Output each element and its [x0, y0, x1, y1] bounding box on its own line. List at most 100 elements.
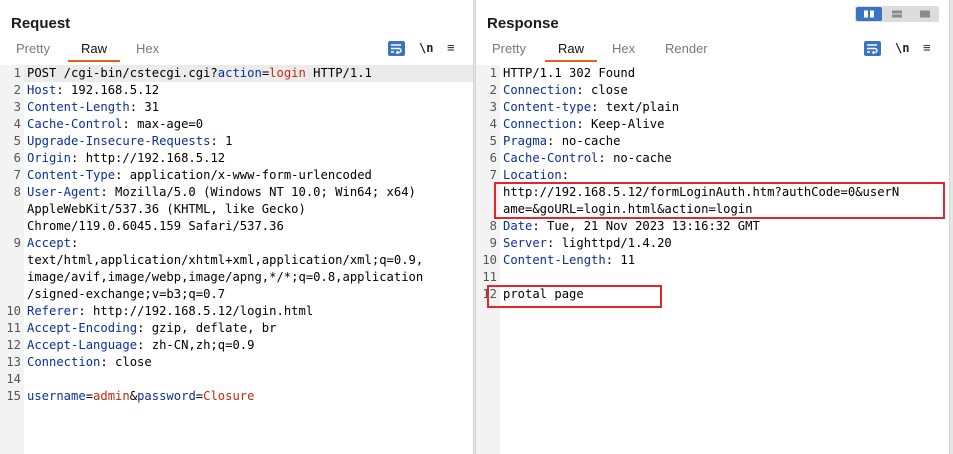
split-vertical-icon[interactable]	[884, 7, 910, 21]
line-text: Origin: http://192.168.5.12	[27, 151, 226, 165]
line-number: 3	[489, 100, 497, 114]
code-line: 2 Host: 192.168.5.12	[0, 82, 473, 99]
code-line: 3 Content-Length: 31	[0, 99, 473, 116]
code-line: 15 username=admin&password=Closure	[0, 388, 473, 405]
line-text: Content-type: text/plain	[503, 100, 680, 114]
response-editor[interactable]: 1 HTTP/1.1 302 Found 2 Connection: close 3 Co…	[476, 65, 953, 454]
line-text	[500, 269, 953, 286]
line-text: Host: 192.168.5.12	[27, 83, 160, 97]
wrap-lines-icon[interactable]	[388, 41, 405, 56]
line-number: 7	[13, 168, 21, 182]
line-text: Content-Length: 11	[503, 253, 636, 267]
code-line: image/avif,image/webp,image/apng,*/*;q=0…	[0, 269, 473, 286]
line-number: 10	[6, 304, 21, 318]
hamburger-menu-icon[interactable]: ≡	[447, 40, 455, 56]
line-number: 2	[13, 83, 21, 97]
code-line: 2 Connection: close	[476, 82, 953, 99]
request-tab-hex[interactable]: Hex	[136, 38, 159, 62]
line-text: Connection: close	[27, 355, 152, 369]
code-line: 3 Content-type: text/plain	[476, 99, 953, 116]
show-newlines-button[interactable]: \n	[419, 40, 433, 56]
code-line: 6 Origin: http://192.168.5.12	[0, 150, 473, 167]
wrap-lines-icon[interactable]	[864, 41, 881, 56]
hamburger-menu-icon[interactable]: ≡	[923, 40, 931, 56]
line-number: 1	[489, 66, 497, 80]
code-line: 9 Server: lighttpd/1.4.20	[476, 235, 953, 252]
code-line: 5 Pragma: no-cache	[476, 133, 953, 150]
line-number: 6	[489, 151, 497, 165]
line-number: 9	[13, 236, 21, 250]
response-tab-hex[interactable]: Hex	[612, 38, 635, 62]
code-line: 1 HTTP/1.1 302 Found	[476, 65, 953, 82]
line-number	[0, 218, 24, 235]
line-text: Pragma: no-cache	[503, 134, 621, 148]
line-text: Connection: close	[503, 83, 628, 97]
line-number: 2	[489, 83, 497, 97]
line-text: Location:	[503, 168, 570, 182]
line-text: Server: lighttpd/1.4.20	[503, 236, 672, 250]
line-number: 8	[13, 185, 21, 199]
line-number: 5	[13, 134, 21, 148]
code-line: 10 Referer: http://192.168.5.12/login.htm…	[0, 303, 473, 320]
line-text: /signed-exchange;v=b3;q=0.7	[27, 287, 226, 301]
code-line: 11 Accept-Encoding: gzip, deflate, br	[0, 320, 473, 337]
line-number: 13	[6, 355, 21, 369]
line-text: ame=&goURL=login.html&action=login	[503, 202, 753, 216]
line-number	[476, 184, 500, 201]
code-line: 4 Connection: Keep-Alive	[476, 116, 953, 133]
line-text: Date: Tue, 21 Nov 2023 13:16:32 GMT	[503, 219, 760, 233]
line-text: Accept-Language: zh-CN,zh;q=0.9	[27, 338, 255, 352]
code-line: 8 User-Agent: Mozilla/5.0 (Windows NT 10.…	[0, 184, 473, 201]
line-text: User-Agent: Mozilla/5.0 (Windows NT 10.0…	[27, 185, 416, 199]
line-text: protal page	[503, 287, 584, 301]
line-text: Cache-Control: no-cache	[503, 151, 672, 165]
response-tab-pretty[interactable]: Pretty	[492, 38, 526, 62]
scrollbar-track[interactable]	[949, 0, 953, 454]
request-title: Request	[11, 15, 71, 32]
line-text: Accept:	[27, 236, 79, 250]
line-number: 14	[6, 372, 21, 386]
request-editor[interactable]: 1 POST /cgi-bin/cstecgi.cgi?action=login …	[0, 65, 473, 454]
line-text: POST /cgi-bin/cstecgi.cgi?action=login H…	[24, 65, 473, 82]
request-pane: Request Pretty Raw Hex \n ≡ 1 POST /cgi-b…	[0, 0, 473, 454]
split-horizontal-icon[interactable]	[856, 7, 882, 21]
response-tab-raw[interactable]: Raw	[544, 38, 598, 62]
line-text: Content-Length: 31	[27, 100, 160, 114]
code-line: 1 POST /cgi-bin/cstecgi.cgi?action=login …	[0, 65, 473, 82]
show-newlines-button[interactable]: \n	[895, 40, 909, 56]
line-number: 15	[6, 389, 21, 403]
line-number: 5	[489, 134, 497, 148]
code-line: http://192.168.5.12/formLoginAuth.htm?au…	[476, 184, 953, 201]
code-line: 6 Cache-Control: no-cache	[476, 150, 953, 167]
request-tab-pretty[interactable]: Pretty	[16, 38, 50, 62]
line-text: username=admin&password=Closure	[27, 389, 255, 403]
line-number	[0, 286, 24, 303]
tabbed-view-icon[interactable]	[912, 7, 938, 21]
line-number: 12	[6, 338, 21, 352]
line-text: AppleWebKit/537.36 (KHTML, like Gecko)	[27, 202, 306, 216]
line-number: 11	[6, 321, 21, 335]
code-line: 12 protal page	[476, 286, 953, 303]
line-number: 7	[489, 168, 497, 182]
line-text: Chrome/119.0.6045.159 Safari/537.36	[27, 219, 284, 233]
line-text: Upgrade-Insecure-Requests: 1	[27, 134, 233, 148]
code-line: /signed-exchange;v=b3;q=0.7	[0, 286, 473, 303]
line-number: 10	[482, 253, 497, 267]
code-line: 12 Accept-Language: zh-CN,zh;q=0.9	[0, 337, 473, 354]
line-text: HTTP/1.1 302 Found	[503, 66, 636, 80]
line-number: 6	[13, 151, 21, 165]
line-text: image/avif,image/webp,image/apng,*/*;q=0…	[27, 270, 424, 284]
code-line: 10 Content-Length: 11	[476, 252, 953, 269]
request-tab-raw[interactable]: Raw	[67, 38, 121, 62]
line-text: Connection: Keep-Alive	[503, 117, 665, 131]
line-text: Cache-Control: max-age=0	[27, 117, 204, 131]
code-line: AppleWebKit/537.36 (KHTML, like Gecko)	[0, 201, 473, 218]
line-number: 4	[489, 117, 497, 131]
line-text: Accept-Encoding: gzip, deflate, br	[27, 321, 277, 335]
code-line: 13 Connection: close	[0, 354, 473, 371]
line-number: 11	[482, 270, 497, 284]
response-tab-render[interactable]: Render	[665, 38, 708, 62]
line-number: 3	[13, 100, 21, 114]
line-number: 4	[13, 117, 21, 131]
line-number	[0, 252, 24, 269]
